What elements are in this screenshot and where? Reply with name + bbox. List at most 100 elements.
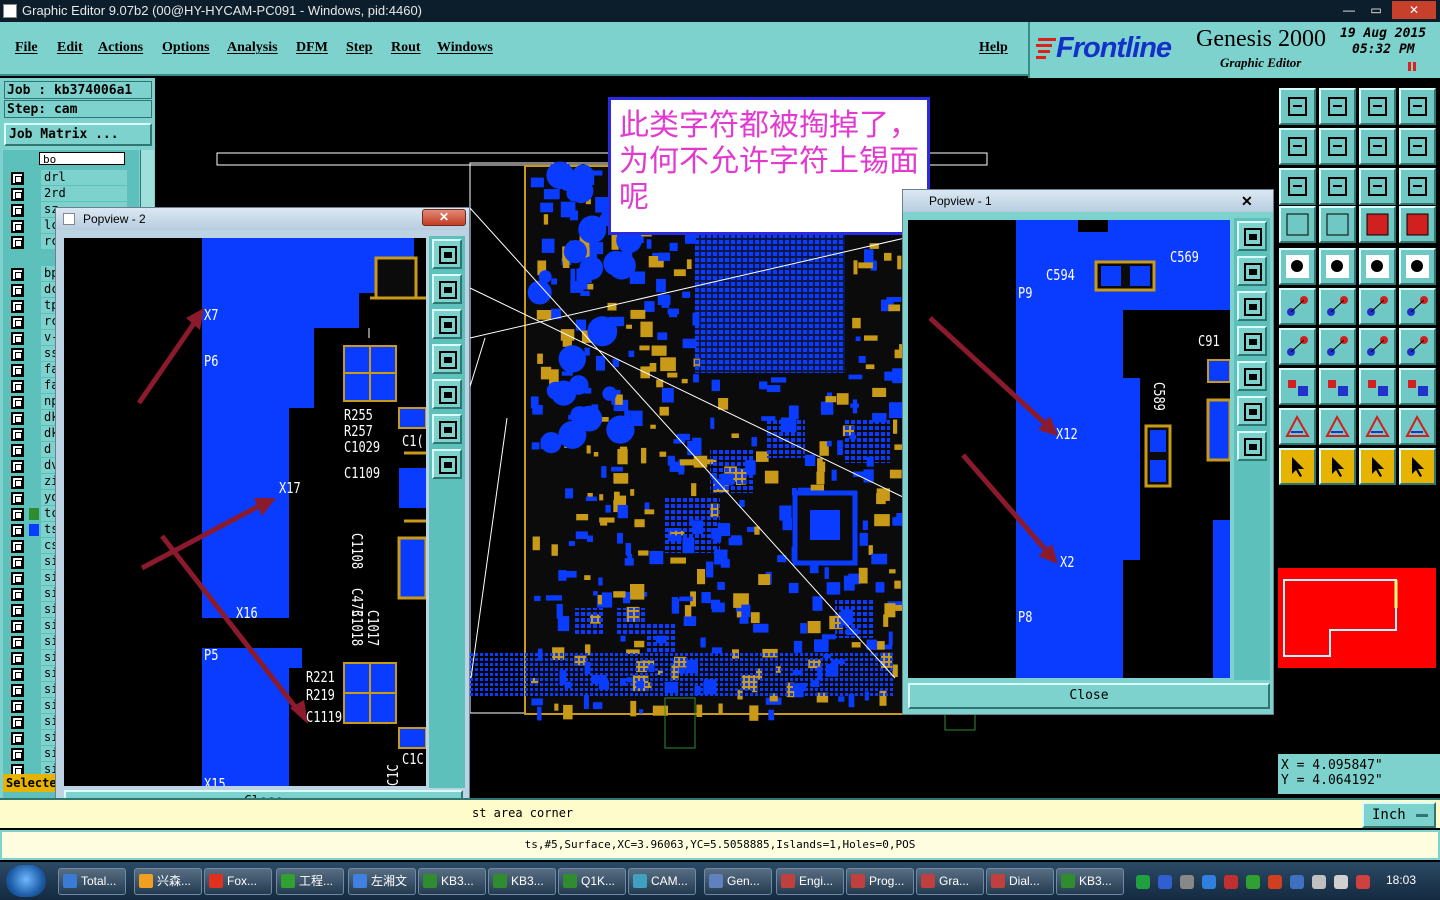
measure-icon[interactable] xyxy=(1359,248,1396,285)
add-point-icon[interactable] xyxy=(1399,288,1436,325)
popview-1-canvas[interactable]: C594 C569 P9 C91 C589 X12 X2 P8 xyxy=(908,220,1230,678)
taskbar-item[interactable]: KB3... xyxy=(1056,868,1124,895)
select-box-icon[interactable] xyxy=(1319,448,1356,485)
display-icon[interactable] xyxy=(1312,875,1326,889)
job-matrix-button[interactable]: Job Matrix ... xyxy=(4,123,152,146)
pan-left-icon[interactable] xyxy=(1237,326,1267,356)
taskbar-item[interactable]: Fox... xyxy=(204,868,272,895)
browser-icon[interactable] xyxy=(1268,875,1282,889)
menu-edit[interactable]: Edit xyxy=(57,40,83,56)
undo-icon[interactable] xyxy=(1399,128,1436,165)
home-icon[interactable] xyxy=(1359,88,1396,125)
volume-icon[interactable] xyxy=(1334,875,1348,889)
action-center-icon[interactable] xyxy=(1356,875,1370,889)
open-layer-icon[interactable] xyxy=(1279,88,1316,125)
layer-row[interactable]: drl xyxy=(3,170,153,186)
zoom-home-icon[interactable] xyxy=(1279,168,1316,205)
tools-icon[interactable] xyxy=(1290,875,1304,889)
layer-checkbox[interactable] xyxy=(11,748,24,761)
triangle-up-icon[interactable] xyxy=(1319,408,1356,445)
taskbar-item[interactable]: Prog... xyxy=(846,868,914,895)
point-icon[interactable] xyxy=(1279,368,1316,405)
menu-windows[interactable]: Windows xyxy=(437,40,493,56)
line-draw-icon[interactable] xyxy=(1319,248,1356,285)
mirror-icon[interactable] xyxy=(1399,328,1436,365)
layer-checkbox[interactable] xyxy=(11,540,24,553)
menu-rout[interactable]: Rout xyxy=(391,40,421,56)
snap-center-icon[interactable] xyxy=(1399,206,1436,243)
pan-down-icon[interactable] xyxy=(432,309,462,339)
menu-analysis[interactable]: Analysis xyxy=(227,40,278,56)
zoom-in-icon[interactable] xyxy=(1237,221,1267,251)
help-tray-icon[interactable] xyxy=(1158,875,1172,889)
layer-checkbox[interactable] xyxy=(11,364,24,377)
pan-right-icon[interactable] xyxy=(432,379,462,409)
layer-checkbox[interactable] xyxy=(11,620,24,633)
taskbar-item[interactable]: Gra... xyxy=(916,868,984,895)
flag-icon[interactable] xyxy=(1224,875,1238,889)
layer-checkbox[interactable] xyxy=(11,348,24,361)
layer-checkbox[interactable] xyxy=(11,444,24,457)
layer-checkbox[interactable] xyxy=(11,332,24,345)
layer-row[interactable]: 2rd xyxy=(3,186,153,202)
zoom-in-icon[interactable] xyxy=(432,239,462,269)
save-layer-icon[interactable] xyxy=(1319,88,1356,125)
array-icon[interactable] xyxy=(1399,368,1436,405)
layer-checkbox[interactable] xyxy=(11,172,24,185)
cross-icon[interactable] xyxy=(1319,288,1356,325)
layer-checkbox[interactable] xyxy=(11,556,24,569)
select-net-icon[interactable] xyxy=(1359,448,1396,485)
pan-up-icon[interactable] xyxy=(432,274,462,304)
layer-checkbox[interactable] xyxy=(11,652,24,665)
layer-checkbox[interactable] xyxy=(11,300,24,313)
layer-checkbox[interactable] xyxy=(11,204,24,217)
layer-checkbox[interactable] xyxy=(11,476,24,489)
pan-right-icon[interactable] xyxy=(1319,128,1356,165)
layer-checkbox[interactable] xyxy=(11,188,24,201)
popview-2-close-x[interactable]: ✕ xyxy=(422,209,466,226)
taskbar-item[interactable]: KB3... xyxy=(488,868,556,895)
layer-checkbox[interactable] xyxy=(11,716,24,729)
taskbar-item[interactable]: CAM... xyxy=(628,868,696,895)
taskbar-item[interactable]: 兴森... xyxy=(134,868,202,895)
security-icon[interactable] xyxy=(1246,875,1260,889)
dash-icon[interactable] xyxy=(1319,368,1356,405)
network-icon[interactable] xyxy=(1202,875,1216,889)
layer-checkbox[interactable] xyxy=(11,396,24,409)
taskbar-item[interactable]: KB3... xyxy=(418,868,486,895)
layer-filter-dropdown[interactable]: bo xyxy=(39,152,125,166)
pan-up-icon[interactable] xyxy=(1237,256,1267,286)
ruler-tool-icon[interactable] xyxy=(1279,206,1316,243)
taskbar-item[interactable]: Dial... xyxy=(986,868,1054,895)
node-edit-icon[interactable] xyxy=(1279,288,1316,325)
taskbar-item[interactable]: 工程... xyxy=(276,868,344,895)
triangle-b-icon[interactable] xyxy=(1399,408,1436,445)
rotate-icon[interactable] xyxy=(1359,328,1396,365)
zoom-reset-icon[interactable] xyxy=(1237,431,1267,461)
triangle-a-icon[interactable] xyxy=(1359,408,1396,445)
pan-down-icon[interactable] xyxy=(1237,291,1267,321)
menu-file[interactable]: File xyxy=(15,40,38,56)
select-arrow-icon[interactable] xyxy=(1279,448,1316,485)
zoom-fit-icon[interactable] xyxy=(1237,396,1267,426)
grid-icon[interactable] xyxy=(1319,206,1356,243)
layer-checkbox[interactable] xyxy=(11,316,24,329)
line-red-icon[interactable] xyxy=(1319,328,1356,365)
layer-checkbox[interactable] xyxy=(11,668,24,681)
maximize-button[interactable]: ▭ xyxy=(1363,1,1389,19)
snap-pad-icon[interactable] xyxy=(1359,206,1396,243)
zoom-extents-icon[interactable] xyxy=(1319,168,1356,205)
pad-icon[interactable] xyxy=(1399,248,1436,285)
start-button[interactable] xyxy=(6,865,46,897)
popview-2-canvas[interactable]: X7 P6 X17 X16 P5 R255 R257 C1029 C1109 C… xyxy=(64,238,426,786)
taskbar-item[interactable]: 左湘文 xyxy=(348,868,416,895)
layer-checkbox[interactable] xyxy=(11,588,24,601)
window-icon[interactable] xyxy=(1399,88,1436,125)
layer-checkbox[interactable] xyxy=(11,508,24,521)
layer-checkbox[interactable] xyxy=(11,636,24,649)
popview-1-close-button[interactable]: Close xyxy=(908,683,1270,709)
layer-checkbox[interactable] xyxy=(11,684,24,697)
zoom-fit-icon[interactable] xyxy=(432,414,462,444)
angle-icon[interactable] xyxy=(1279,328,1316,365)
ime-icon[interactable] xyxy=(1136,875,1150,889)
